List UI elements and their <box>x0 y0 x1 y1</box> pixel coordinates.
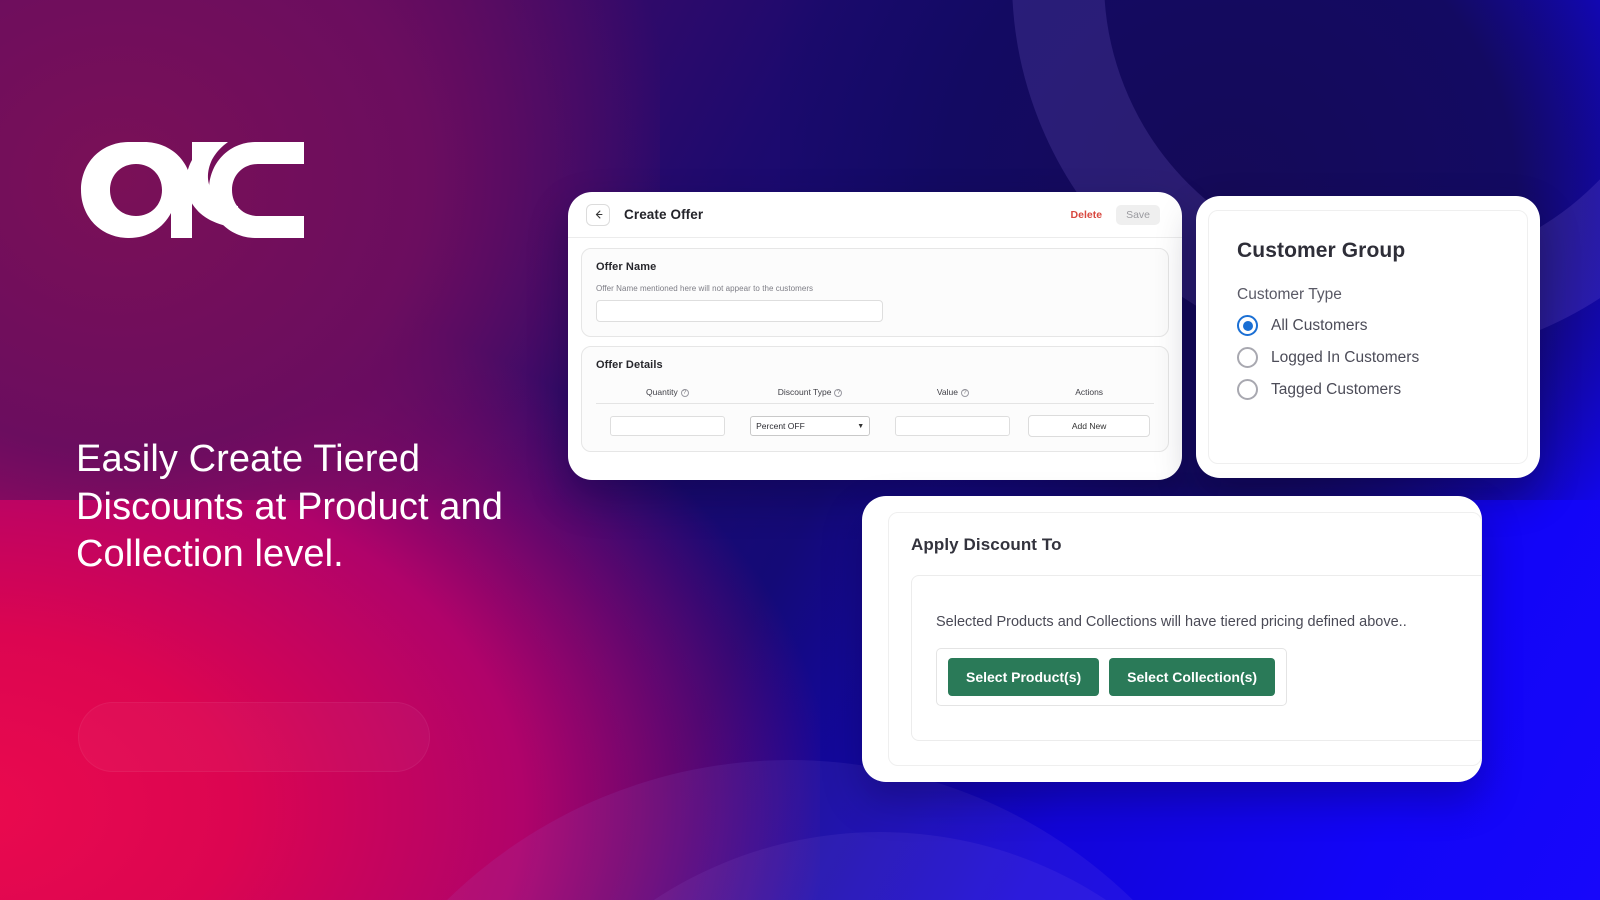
question-circle-icon[interactable]: ? <box>834 389 843 397</box>
header-actions: Delete Save <box>1063 204 1160 225</box>
create-offer-card: Create Offer Delete Save Offer Name Offe… <box>568 192 1182 480</box>
table-header-row: Quantity? Discount Type? Value? Actions <box>596 387 1154 404</box>
decorative-circle-bottom-inner <box>470 832 1290 900</box>
radio-label: All Customers <box>1271 316 1368 334</box>
apply-discount-card: Apply Discount To Selected Products and … <box>862 496 1482 782</box>
chevron-down-icon: ▼ <box>857 422 865 430</box>
table-row: Percent OFF ▼ Add New <box>596 404 1154 437</box>
arrow-left-icon[interactable] <box>586 203 610 226</box>
page-title: Create Offer <box>624 207 704 222</box>
headline: Easily Create Tiered Discounts at Produc… <box>76 438 503 575</box>
select-products-button[interactable]: Select Product(s) <box>948 658 1100 696</box>
radio-option-all-customers[interactable]: All Customers <box>1237 315 1499 336</box>
offer-details-table: Quantity? Discount Type? Value? Actions <box>596 387 1154 437</box>
cell-discount-type: Percent OFF ▼ <box>739 416 882 436</box>
cell-value <box>882 416 1025 436</box>
offer-name-input[interactable] <box>596 300 883 322</box>
radio-icon[interactable] <box>1237 347 1258 368</box>
radio-label: Logged In Customers <box>1271 348 1420 366</box>
customer-type-label: Customer Type <box>1237 286 1342 303</box>
question-circle-icon[interactable]: ? <box>680 389 689 397</box>
background-wash-plum <box>0 0 660 500</box>
radio-label: Tagged Customers <box>1271 380 1402 398</box>
column-header-actions: Actions <box>1024 387 1154 397</box>
offer-name-section: Offer Name Offer Name mentioned here wil… <box>581 248 1169 337</box>
question-circle-icon[interactable]: ? <box>960 389 969 397</box>
save-button[interactable]: Save <box>1116 204 1160 225</box>
radio-option-tagged-customers[interactable]: Tagged Customers <box>1237 379 1499 400</box>
discount-type-selected-value: Percent OFF <box>756 421 805 431</box>
apply-discount-description: Selected Products and Collections will h… <box>936 614 1407 630</box>
radio-icon-selected[interactable] <box>1237 315 1258 336</box>
offer-name-help: Offer Name mentioned here will not appea… <box>596 284 814 293</box>
offer-details-title: Offer Details <box>596 359 663 371</box>
column-label: Discount Type <box>777 387 832 397</box>
offer-name-title: Offer Name <box>596 261 657 273</box>
value-input[interactable] <box>895 416 1011 436</box>
radio-option-logged-in-customers[interactable]: Logged In Customers <box>1237 347 1499 368</box>
osc-logo <box>78 136 308 244</box>
column-label: Value <box>936 387 958 397</box>
discount-type-select[interactable]: Percent OFF ▼ <box>750 416 871 436</box>
column-label: Quantity <box>646 387 678 397</box>
select-collections-button[interactable]: Select Collection(s) <box>1109 658 1276 696</box>
column-header-value: Value? <box>882 387 1025 397</box>
create-offer-body: Offer Name Offer Name mentioned here wil… <box>568 238 1182 464</box>
apply-discount-title: Apply Discount To <box>911 535 1062 554</box>
customer-group-title: Customer Group <box>1237 239 1406 262</box>
apply-discount-button-group: Select Product(s) Select Collection(s) <box>936 648 1288 706</box>
apply-discount-box: Selected Products and Collections will h… <box>911 575 1482 741</box>
column-header-quantity: Quantity? <box>596 387 739 397</box>
customer-group-panel: Customer Group Customer Type All Custome… <box>1208 210 1528 464</box>
customer-group-card: Customer Group Customer Type All Custome… <box>1196 196 1540 478</box>
add-new-button[interactable]: Add New <box>1028 415 1151 437</box>
radio-icon[interactable] <box>1237 379 1258 400</box>
cell-quantity <box>596 416 739 436</box>
cell-actions: Add New <box>1024 415 1154 437</box>
quantity-input[interactable] <box>609 416 725 436</box>
decorative-pill-shape <box>78 702 430 772</box>
offer-details-section: Offer Details Quantity? Discount Type? V… <box>581 346 1169 452</box>
promo-banner: Easily Create Tiered Discounts at Produc… <box>0 0 1600 900</box>
create-offer-header: Create Offer Delete Save <box>568 192 1182 238</box>
column-header-discount-type: Discount Type? <box>739 387 882 397</box>
delete-button[interactable]: Delete <box>1063 205 1111 225</box>
column-label: Actions <box>1075 387 1104 397</box>
apply-discount-panel: Apply Discount To Selected Products and … <box>888 512 1482 766</box>
